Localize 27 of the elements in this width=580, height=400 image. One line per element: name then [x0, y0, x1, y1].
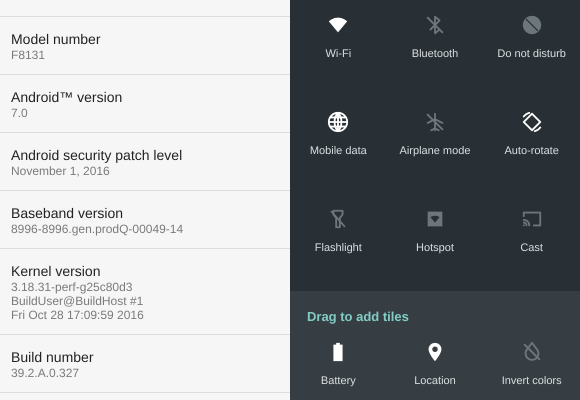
tile-label[interactable]: Hotspot	[416, 242, 454, 254]
setting-value: BuildUser@BuildHost #1	[11, 294, 144, 308]
setting-value: 8996-8996.gen.prodQ-00049-14	[11, 222, 184, 236]
tile-label[interactable]: Airplane mode	[400, 145, 470, 157]
setting-title: Baseband version	[11, 205, 124, 222]
setting-value: November 1, 2016	[11, 164, 111, 178]
tile-label[interactable]: Cast	[520, 242, 543, 254]
setting-title: Model number	[11, 31, 102, 48]
tile-label[interactable]: Flashlight	[314, 242, 362, 254]
tile-label[interactable]: Mobile data	[310, 145, 367, 157]
setting-title: Build number	[11, 349, 94, 366]
setting-value: Fri Oct 28 17:09:59 2016	[11, 308, 145, 322]
setting-value: 7.0	[11, 106, 29, 120]
setting-value: 39.2.A.0.327	[11, 366, 80, 380]
tile-label[interactable]: Battery	[320, 375, 356, 387]
setting-title: Kernel version	[11, 263, 102, 280]
setting-value: 3.18.31-perf-g25c80d3	[11, 280, 134, 294]
tile-label[interactable]: Auto-rotate	[504, 145, 559, 157]
tile-label[interactable]: Invert colors	[502, 375, 562, 387]
tile-label[interactable]: Bluetooth	[412, 48, 458, 60]
tile-label[interactable]: Do not disturb	[497, 48, 566, 60]
tile-label[interactable]: Wi-Fi	[326, 48, 352, 60]
setting-title: Android™ version	[11, 89, 124, 106]
tile-label[interactable]: Location	[414, 375, 456, 387]
section-heading: Drag to add tiles	[306, 308, 410, 326]
setting-title: Android security patch level	[11, 147, 184, 164]
setting-value: F8131	[11, 48, 46, 62]
